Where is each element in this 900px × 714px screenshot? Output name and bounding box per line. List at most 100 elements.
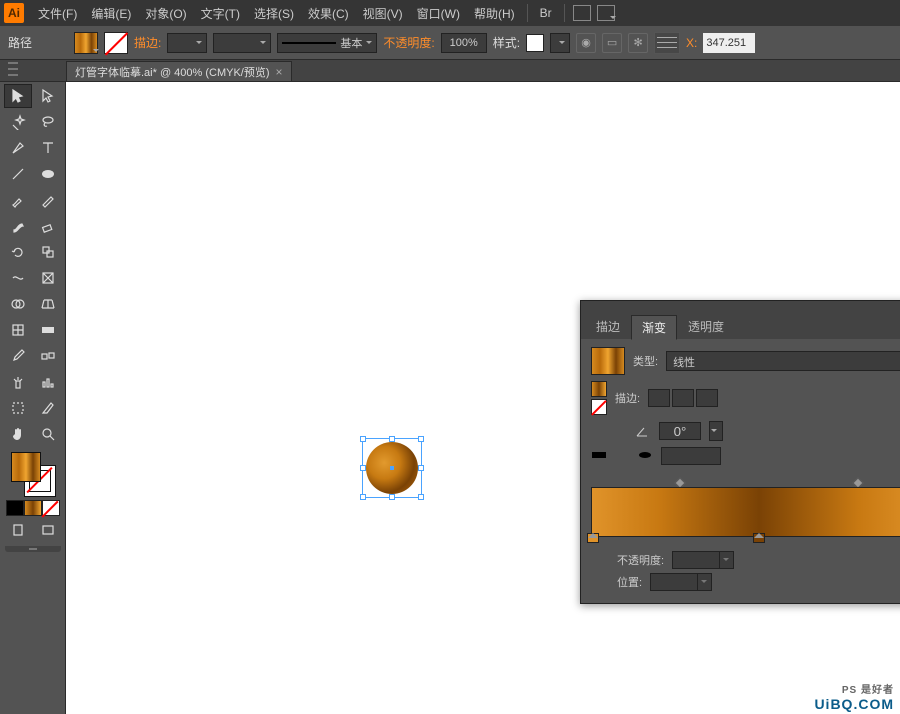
stroke-mini-swatch[interactable] <box>591 399 607 415</box>
gradient-type-dropdown[interactable]: 线性 <box>666 351 900 371</box>
stroke-swatch[interactable] <box>104 32 128 54</box>
blend-tool[interactable] <box>34 344 62 368</box>
canvas[interactable]: ◂◂ × 描边 渐变 透明度 ▾≡ 类型: 线性 <box>66 82 900 714</box>
pencil-tool[interactable] <box>34 188 62 212</box>
reverse-gradient-icon[interactable] <box>591 449 607 464</box>
angle-icon <box>633 423 651 439</box>
ellipse-tool[interactable] <box>34 162 62 186</box>
gradient-tool[interactable] <box>34 318 62 342</box>
menu-help[interactable]: 帮助(H) <box>468 2 521 25</box>
resize-handle[interactable] <box>360 436 366 442</box>
color-mode-solid[interactable] <box>6 500 24 516</box>
menu-effect[interactable]: 效果(C) <box>302 2 355 25</box>
stop-location-input[interactable] <box>650 573 698 591</box>
recolor-icon[interactable]: ◉ <box>576 33 596 53</box>
bridge-button[interactable]: Br <box>534 3 558 23</box>
eraser-tool[interactable] <box>34 214 62 238</box>
resize-handle[interactable] <box>418 436 424 442</box>
tool-panel-collapse-icon[interactable] <box>5 546 61 552</box>
pen-tool[interactable] <box>4 136 32 160</box>
free-transform-tool[interactable] <box>34 266 62 290</box>
perspective-grid-tool[interactable] <box>34 292 62 316</box>
resize-handle[interactable] <box>360 465 366 471</box>
gradient-stop[interactable] <box>587 533 599 547</box>
arrange-docs-dropdown-icon[interactable] <box>597 5 615 21</box>
angle-input[interactable] <box>659 422 701 440</box>
magic-wand-tool[interactable] <box>4 110 32 134</box>
menu-file[interactable]: 文件(F) <box>32 2 83 25</box>
panel-tab-stroke[interactable]: 描边 <box>585 314 631 339</box>
opacity-input[interactable] <box>441 33 487 53</box>
stroke-grad-along-icon[interactable] <box>672 389 694 407</box>
menu-object[interactable]: 对象(O) <box>139 2 192 25</box>
style-dropdown[interactable] <box>550 33 570 53</box>
panel-tab-transparency[interactable]: 透明度 <box>677 314 735 339</box>
gradient-panel: ◂◂ × 描边 渐变 透明度 ▾≡ 类型: 线性 <box>580 300 900 604</box>
artboard-tool[interactable] <box>4 396 32 420</box>
menu-edit[interactable]: 编辑(E) <box>85 2 137 25</box>
column-graph-tool[interactable] <box>34 370 62 394</box>
doc-setup-icon[interactable]: ▭ <box>602 33 622 53</box>
resize-handle[interactable] <box>360 494 366 500</box>
lasso-tool[interactable] <box>34 110 62 134</box>
shape-builder-tool[interactable] <box>4 292 32 316</box>
slice-tool[interactable] <box>34 396 62 420</box>
resize-handle[interactable] <box>418 494 424 500</box>
width-tool[interactable] <box>4 266 32 290</box>
rotate-tool[interactable] <box>4 240 32 264</box>
fill-indicator[interactable] <box>11 452 41 482</box>
graphic-style-swatch[interactable] <box>526 34 544 52</box>
symbol-sprayer-tool[interactable] <box>4 370 32 394</box>
mesh-tool[interactable] <box>4 318 32 342</box>
coord-x-value[interactable]: 347.251 <box>703 33 755 53</box>
scale-tool[interactable] <box>34 240 62 264</box>
resize-handle[interactable] <box>389 436 395 442</box>
zoom-tool[interactable] <box>34 422 62 446</box>
resize-handle[interactable] <box>389 494 395 500</box>
stroke-profile-dropdown[interactable] <box>213 33 271 53</box>
eyedropper-tool[interactable] <box>4 344 32 368</box>
menu-view[interactable]: 视图(V) <box>357 2 409 25</box>
blob-brush-tool[interactable] <box>4 214 32 238</box>
selected-ellipse-object[interactable] <box>366 442 418 494</box>
align-panel-icon[interactable] <box>654 32 680 54</box>
selection-mode-label: 路径 <box>8 34 32 51</box>
gradient-preview-swatch[interactable] <box>591 347 625 375</box>
document-tab[interactable]: 灯管字体临摹.ai* @ 400% (CMYK/预览) × <box>66 61 292 81</box>
color-mode-none[interactable] <box>42 500 60 516</box>
selection-tool[interactable] <box>4 84 32 108</box>
fill-swatch[interactable] <box>74 32 98 54</box>
stroke-weight-dropdown[interactable] <box>167 33 207 53</box>
stop-opacity-input[interactable] <box>672 551 720 569</box>
close-tab-icon[interactable]: × <box>276 65 283 79</box>
tabstrip-grip-icon[interactable] <box>8 62 18 76</box>
color-mode-gradient[interactable] <box>24 500 42 516</box>
screen-mode-icon[interactable] <box>34 520 62 540</box>
panel-tab-gradient[interactable]: 渐变 <box>631 315 677 340</box>
type-tool[interactable] <box>34 136 62 160</box>
angle-dropdown[interactable] <box>709 421 723 441</box>
gradient-editor[interactable]: 🗑 <box>591 475 900 545</box>
stroke-grad-within-icon[interactable] <box>648 389 670 407</box>
aspect-ratio-field[interactable] <box>661 447 721 465</box>
hand-tool[interactable] <box>4 422 32 446</box>
draw-mode-icon[interactable] <box>4 520 32 540</box>
prefs-icon[interactable]: ✻ <box>628 33 648 53</box>
direct-selection-tool[interactable] <box>34 84 62 108</box>
paintbrush-tool[interactable] <box>4 188 32 212</box>
fill-mini-swatch[interactable] <box>591 381 607 397</box>
menu-select[interactable]: 选择(S) <box>248 2 300 25</box>
stop-location-dropdown[interactable] <box>698 573 712 591</box>
gradient-ramp[interactable] <box>591 487 900 537</box>
arrange-docs-icon[interactable] <box>573 5 591 21</box>
stroke-grad-across-icon[interactable] <box>696 389 718 407</box>
stop-opacity-dropdown[interactable] <box>720 551 734 569</box>
line-tool[interactable] <box>4 162 32 186</box>
gradient-stop[interactable] <box>753 533 765 547</box>
fill-stroke-indicator[interactable] <box>11 452 55 496</box>
resize-handle[interactable] <box>418 465 424 471</box>
menu-type[interactable]: 文字(T) <box>195 2 246 25</box>
menu-window[interactable]: 窗口(W) <box>411 2 466 25</box>
opacity-label: 不透明度: <box>383 34 434 51</box>
brush-dropdown[interactable]: 基本 <box>277 33 377 53</box>
